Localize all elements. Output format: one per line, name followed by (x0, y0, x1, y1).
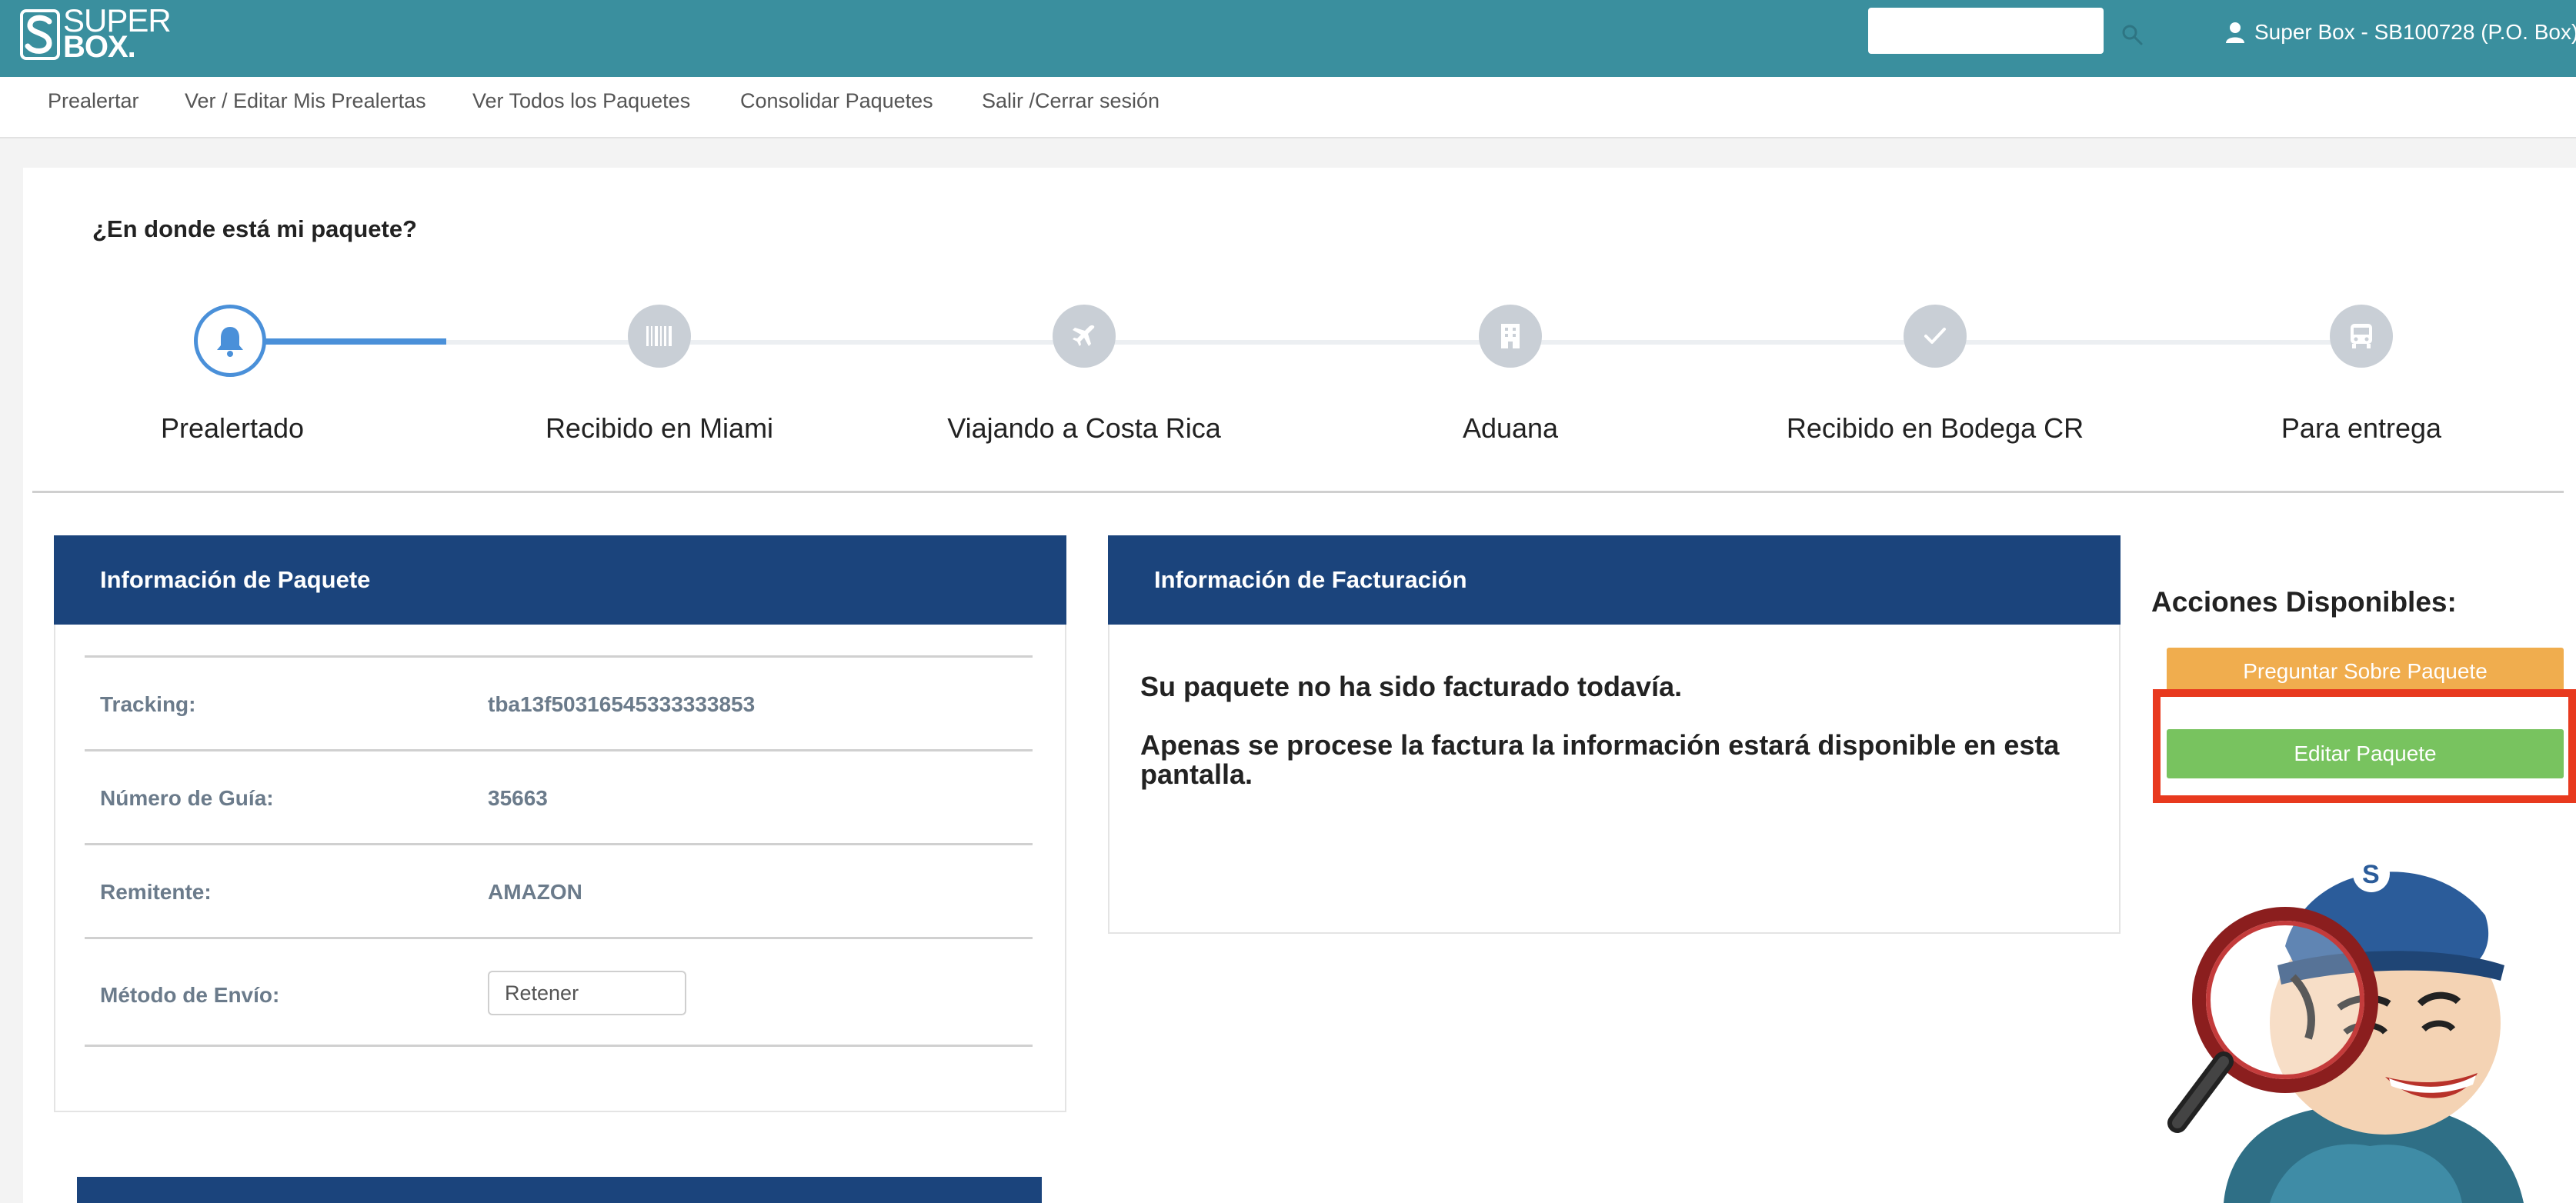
step-label-entrega: Para entrega (2281, 412, 2442, 444)
nav-salir[interactable]: Salir /Cerrar sesión (982, 88, 1160, 114)
step-label-prealertado: Prealertado (160, 412, 305, 444)
bus-icon (2351, 324, 2372, 348)
section-divider (32, 491, 2564, 493)
metodo-envio-field[interactable]: Retener (488, 971, 686, 1015)
superbox-logo[interactable]: SUPER BOX. (20, 5, 172, 62)
user-icon (2226, 22, 2244, 43)
search-input[interactable] (1868, 8, 2104, 54)
bell-icon (217, 327, 243, 357)
highlight-box (2153, 689, 2576, 803)
step-label-miami: Recibido en Miami (545, 412, 774, 444)
step-entrega (2330, 305, 2393, 368)
top-header: SUPER BOX. Super Box - SB100728 (P.O. Bo… (0, 0, 2576, 77)
billing-info-heading: Información de Facturación (1108, 535, 2121, 625)
remitente-label: Remitente: (100, 880, 212, 904)
billing-note-text: Apenas se procese la factura la informac… (1140, 729, 2060, 790)
table-row-border (85, 749, 1033, 751)
logo-s-icon (20, 9, 60, 60)
progress-track (231, 340, 2339, 345)
barcode-icon (646, 326, 672, 346)
package-info-panel: Información de Paquete (54, 535, 1066, 1112)
next-panel-header (77, 1177, 1042, 1203)
step-viajando (1053, 305, 1116, 368)
remitente-value: AMAZON (488, 880, 582, 904)
user-label: Super Box - SB100728 (P.O. Box) (2254, 20, 2576, 44)
step-miami (628, 305, 691, 368)
guia-label: Número de Guía: (100, 786, 274, 810)
ask-about-package-button[interactable]: Preguntar Sobre Paquete (2167, 648, 2564, 695)
table-row-top-border (85, 655, 1033, 658)
table-row-border (85, 843, 1033, 845)
airplane-icon (1073, 325, 1095, 346)
user-menu[interactable]: Super Box - SB100728 (P.O. Box) (2225, 17, 2576, 48)
search-icon[interactable] (2121, 23, 2144, 46)
package-info-heading: Información de Paquete (54, 535, 1066, 625)
metodo-envio-label: Método de Envío: (100, 983, 280, 1007)
step-label-aduana: Aduana (1462, 412, 1559, 444)
step-label-bodega: Recibido en Bodega CR (1786, 412, 2084, 444)
building-icon (1501, 324, 1520, 348)
mascot-illustration: S (2167, 855, 2539, 1203)
table-row-bottom-border (85, 1045, 1033, 1047)
tracking-value: tba13f50316545333333853 (488, 692, 756, 716)
nav-consolidar[interactable]: Consolidar Paquetes (740, 88, 933, 114)
guia-value: 35663 (488, 786, 548, 810)
nav-editar-prealertas[interactable]: Ver / Editar Mis Prealertas (185, 88, 426, 114)
logo-text: SUPER BOX. (63, 5, 172, 63)
billing-status-text: Su paquete no ha sido facturado todavía. (1140, 671, 1683, 702)
step-prealertado (194, 305, 266, 377)
svg-text:S: S (2362, 860, 2380, 889)
tracking-label: Tracking: (100, 692, 196, 716)
main-nav: Prealertar Ver / Editar Mis Prealertas V… (0, 77, 2576, 138)
nav-todos-paquetes[interactable]: Ver Todos los Paquetes (472, 88, 690, 114)
actions-title: Acciones Disponibles: (2151, 586, 2457, 618)
step-bodega (1904, 305, 1967, 368)
tracking-title: ¿En donde está mi paquete? (92, 215, 417, 242)
step-label-viajando: Viajando a Costa Rica (947, 412, 1221, 444)
check-icon (1924, 328, 1946, 344)
step-aduana (1479, 305, 1542, 368)
table-row-border (85, 937, 1033, 939)
nav-prealertar[interactable]: Prealertar (48, 88, 139, 114)
